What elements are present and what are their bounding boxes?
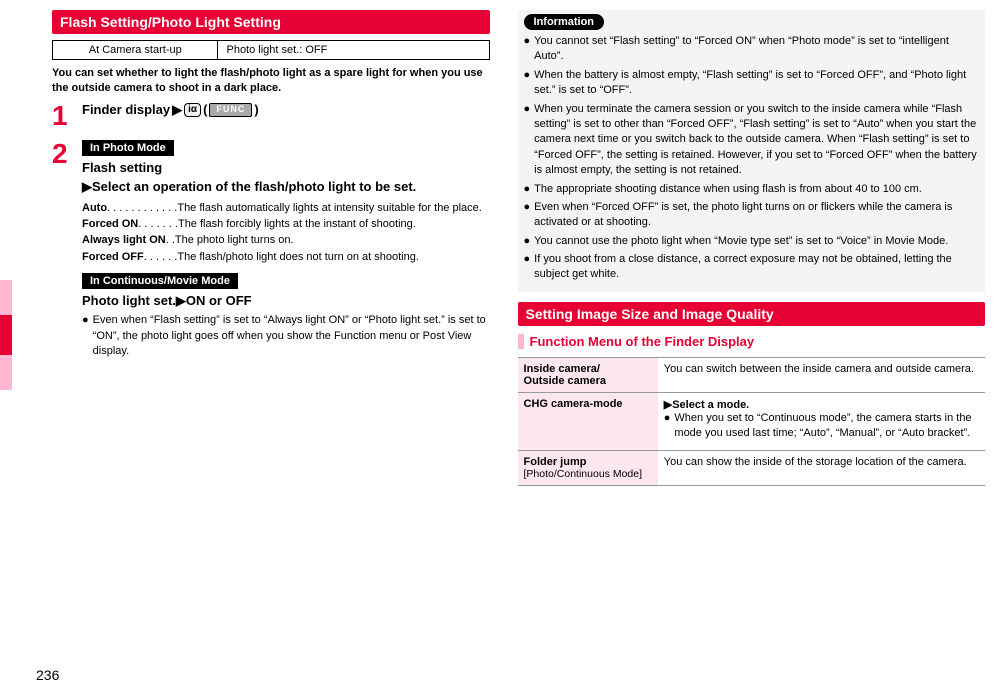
fm-body: ▶Select a mode. ●When you set to “Contin… bbox=[658, 392, 985, 450]
fm-label: Folder jump [Photo/Continuous Mode] bbox=[518, 450, 658, 485]
list-item: Forced ON . . . . . . . The flash forcib… bbox=[82, 217, 490, 232]
default-setting-value: Photo light set.: OFF bbox=[218, 41, 335, 59]
list-item: Auto . . . . . . . . . . . . The flash a… bbox=[82, 201, 490, 216]
paren-close: ) bbox=[254, 102, 258, 117]
table-row: Folder jump [Photo/Continuous Mode] You … bbox=[518, 450, 985, 485]
bullet-icon: ● bbox=[524, 200, 531, 231]
section-heading-flash: Flash Setting/Photo Light Setting bbox=[52, 10, 490, 34]
right-column: Information ●You cannot set “Flash setti… bbox=[514, 10, 985, 486]
bullet-icon: ● bbox=[664, 411, 671, 442]
bullet-icon: ● bbox=[524, 182, 531, 197]
movie-mode-note: ● Even when “Flash setting” is set to “A… bbox=[82, 313, 490, 359]
info-item: ●You cannot use the photo light when “Mo… bbox=[524, 234, 979, 249]
function-menu-table: Inside camera/ Outside camera You can sw… bbox=[518, 357, 985, 486]
info-item: ●When you terminate the camera session o… bbox=[524, 102, 979, 179]
information-block: Information ●You cannot set “Flash setti… bbox=[518, 10, 985, 292]
side-label: Camera bbox=[0, 318, 2, 358]
bullet-icon: ● bbox=[82, 313, 89, 359]
fm-body: You can switch between the inside camera… bbox=[658, 357, 985, 392]
list-item: Always light ON . . The photo light turn… bbox=[82, 233, 490, 248]
bullet-icon: ● bbox=[524, 102, 531, 179]
info-item: ●Even when “Forced OFF” is set, the phot… bbox=[524, 200, 979, 231]
intro-text: You can set whether to light the flash/p… bbox=[52, 66, 490, 96]
info-item: ●The appropriate shooting distance when … bbox=[524, 182, 979, 197]
table-row: Inside camera/ Outside camera You can sw… bbox=[518, 357, 985, 392]
step-1-line: Finder display ▶ iα ( FUNC ) bbox=[82, 102, 490, 118]
softkey-icon: iα bbox=[184, 103, 201, 117]
bullet-icon: ● bbox=[524, 234, 531, 249]
default-setting-label: At Camera start-up bbox=[53, 41, 218, 59]
table-row: CHG camera-mode ▶Select a mode. ●When yo… bbox=[518, 392, 985, 450]
bullet-icon: ● bbox=[524, 34, 531, 65]
mode-chip-photo: In Photo Mode bbox=[82, 140, 174, 156]
left-column: Flash Setting/Photo Light Setting At Cam… bbox=[18, 10, 490, 486]
info-item: ●If you shoot from a close distance, a c… bbox=[524, 252, 979, 283]
section-heading-image-size: Setting Image Size and Image Quality bbox=[518, 302, 985, 326]
step-number: 1 bbox=[52, 102, 74, 130]
info-item: ●You cannot set “Flash setting” to “Forc… bbox=[524, 34, 979, 65]
list-item: Forced OFF . . . . . . The flash/photo l… bbox=[82, 250, 490, 265]
info-item: ●When the battery is almost empty, “Flas… bbox=[524, 68, 979, 99]
step-2: 2 In Photo Mode Flash setting ▶Select an… bbox=[52, 140, 490, 363]
bullet-icon: ● bbox=[524, 252, 531, 283]
default-setting-table: At Camera start-up Photo light set.: OFF bbox=[52, 40, 490, 60]
step-number: 2 bbox=[52, 140, 74, 363]
movie-mode-subhead: Photo light set.▶ON or OFF bbox=[82, 293, 490, 309]
bullet-icon: ● bbox=[524, 68, 531, 99]
step-1: 1 Finder display ▶ iα ( FUNC ) bbox=[52, 102, 490, 130]
photo-mode-subhead: Flash setting bbox=[82, 160, 490, 175]
fm-label: CHG camera-mode bbox=[518, 392, 658, 450]
paren-open: ( bbox=[203, 102, 207, 117]
mode-chip-movie: In Continuous/Movie Mode bbox=[82, 273, 238, 289]
fm-label: Inside camera/ Outside camera bbox=[518, 357, 658, 392]
page-number: 236 bbox=[36, 667, 59, 683]
photo-mode-action: ▶Select an operation of the flash/photo … bbox=[82, 179, 490, 195]
flash-options-list: Auto . . . . . . . . . . . . The flash a… bbox=[82, 201, 490, 266]
arrow-icon: ▶ bbox=[82, 179, 92, 194]
fm-body: You can show the inside of the storage l… bbox=[658, 450, 985, 485]
information-heading: Information bbox=[524, 14, 605, 30]
step-1-label: Finder display bbox=[82, 102, 170, 117]
finder-function-menu-heading: Function Menu of the Finder Display bbox=[518, 334, 985, 349]
func-icon: FUNC bbox=[209, 103, 252, 117]
arrow-icon: ▶ bbox=[172, 102, 182, 118]
